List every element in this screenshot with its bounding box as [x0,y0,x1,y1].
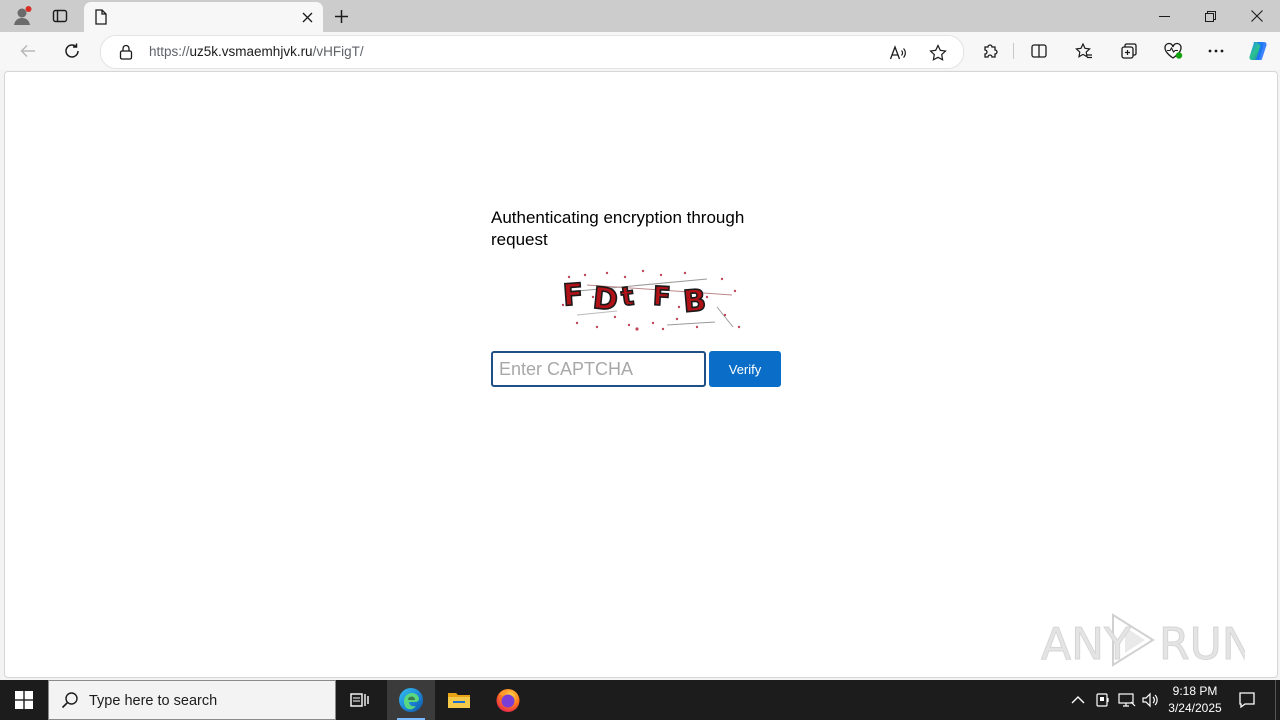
device-icon [1096,693,1109,707]
address-bar[interactable]: https://uz5k.vsmaemhjvk.ru/vHFigT/ [100,35,964,69]
tab-close-button[interactable] [297,7,317,27]
task-view-icon [350,693,369,707]
windows-logo-icon [15,691,33,709]
network-icon [1118,693,1136,707]
back-button[interactable] [14,37,42,65]
heart-pulse-icon [1164,42,1183,59]
captcha-letter-2: D [591,281,619,318]
task-view-button[interactable] [336,680,384,720]
window-close-button[interactable] [1234,0,1280,32]
captcha-noise-dots [561,269,741,331]
tab-strip [0,0,1280,32]
tab-actions-button[interactable] [46,4,74,28]
verify-button[interactable]: Verify [709,351,781,387]
network-button[interactable] [1117,690,1137,710]
minimize-icon [1158,15,1170,17]
read-aloud-icon [889,45,906,60]
split-screen-button[interactable] [1025,37,1053,65]
firefox-icon [496,689,520,712]
captcha-letter-1: F [562,277,585,313]
copilot-icon [1249,42,1267,61]
favorites-icon [1075,42,1092,59]
lock-icon[interactable] [119,44,133,65]
clock-date: 3/24/2025 [1168,701,1222,715]
notifications-button[interactable] [1236,689,1258,711]
captcha-noise-line [716,306,734,328]
captcha-letter-5: B [682,283,708,320]
captcha-noise-line [666,321,716,326]
collections-button[interactable] [1115,37,1143,65]
captcha-input[interactable] [491,351,706,387]
profile-button[interactable] [8,4,36,28]
close-icon [302,12,312,22]
taskbar-firefox-button[interactable] [484,680,532,720]
taskbar-clock[interactable]: 9:18 PM 3/24/2025 [1166,683,1224,717]
clock-time: 9:18 PM [1172,684,1218,698]
new-tab-button[interactable] [327,4,355,28]
start-button[interactable] [0,680,48,720]
captcha-image: F D t F B [561,269,741,331]
taskbar-search-box[interactable]: Type here to search [48,680,336,720]
notification-icon [1239,692,1255,709]
search-icon [61,691,79,714]
plus-icon [334,9,348,23]
reload-icon [65,43,79,58]
taskbar-edge-button[interactable] [387,680,435,720]
page-heading: Authenticating encryption through reques… [491,208,745,249]
star-icon [929,44,947,61]
profile-icon [14,6,32,25]
show-hidden-icons-button[interactable] [1068,690,1088,710]
toolbar-divider [1013,43,1014,59]
volume-button[interactable] [1141,690,1161,710]
reload-button[interactable] [58,37,86,65]
browser-toolbar: https://uz5k.vsmaemhjvk.ru/vHFigT/ [0,32,1280,70]
page-icon [94,9,108,30]
minimize-button[interactable] [1141,0,1187,32]
favorites-button[interactable] [1070,37,1098,65]
collections-icon [1121,43,1137,59]
tray-device-icon-button[interactable] [1093,690,1113,710]
close-icon [1251,10,1263,22]
add-favorite-button[interactable] [927,42,949,64]
browser-essentials-button[interactable] [1159,37,1187,65]
page-viewport: Authenticating encryption through reques… [4,71,1278,678]
read-aloud-button[interactable] [887,42,909,64]
edge-icon [399,688,423,712]
folder-icon [448,693,470,708]
url-path: /vHFigT/ [312,44,364,59]
windows-taskbar: Type here to search 9:18 PM 3/24/2025 [0,680,1280,720]
url-prefix: https:// [149,44,190,59]
copilot-button[interactable] [1244,37,1272,65]
url-host: uz5k.vsmaemhjvk.ru [189,44,313,59]
restore-icon [1204,10,1216,22]
captcha-letter-4: F [652,282,671,313]
restore-button[interactable] [1187,0,1233,32]
arrow-left-icon [20,44,35,58]
tab-actions-icon [52,9,68,23]
search-placeholder: Type here to search [89,693,218,709]
extensions-button[interactable] [977,37,1005,65]
speaker-icon [1142,692,1158,708]
chevron-up-icon [1071,696,1085,704]
anyrun-watermark: ANY RUN [1041,613,1245,671]
show-desktop-button[interactable] [1275,680,1276,720]
more-horizontal-icon [1208,49,1224,53]
taskbar-file-explorer-button[interactable] [435,680,483,720]
watermark-text-left: ANY [1041,619,1131,670]
watermark-text-right: RUN [1159,619,1245,670]
url-text[interactable]: https://uz5k.vsmaemhjvk.ru/vHFigT/ [149,44,364,59]
puzzle-icon [984,44,998,58]
settings-more-button[interactable] [1202,37,1230,65]
active-tab[interactable] [84,2,323,32]
split-screen-icon [1031,44,1047,58]
